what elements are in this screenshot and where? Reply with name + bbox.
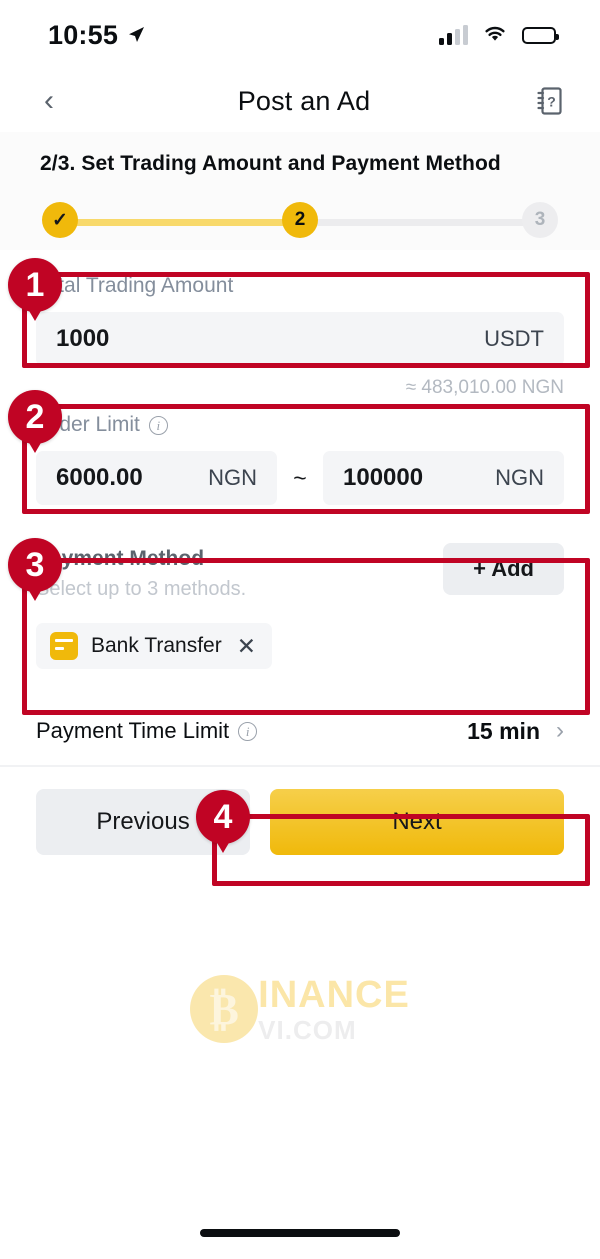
total-trading-amount-input[interactable]: 1000 USDT	[36, 312, 564, 366]
status-time: 10:55	[48, 19, 119, 50]
payment-method-section: Payment Method Select up to 3 methods. +…	[36, 505, 564, 669]
bitcoin-logo-icon: ₿	[190, 975, 259, 1043]
order-limit-label: Order Limit i	[36, 413, 564, 437]
payment-method-chip-label: Bank Transfer	[91, 634, 222, 657]
annotation-badge-1: 1	[8, 258, 62, 321]
add-payment-method-button[interactable]: + Add	[443, 543, 564, 595]
battery-icon	[522, 26, 559, 44]
step-dot-1[interactable]: ✓	[42, 202, 78, 238]
watermark: ₿ INANCE VI.COM	[0, 975, 600, 1043]
signal-bars-icon	[439, 25, 468, 45]
step-dot-3-label: 3	[534, 209, 546, 230]
payment-method-subtitle: Select up to 3 methods.	[36, 578, 247, 600]
payment-time-limit-value: 15 min	[467, 717, 540, 744]
order-limit-row: 6000.00 NGN ~ 100000 NGN	[36, 451, 564, 505]
page-title: Post an Ad	[237, 85, 371, 116]
payment-time-limit-label-group: Payment Time Limit i	[36, 718, 258, 744]
order-limit-max-value: 100000	[343, 464, 424, 491]
payment-time-limit-value-group: 15 min ›	[467, 717, 564, 745]
payment-method-titles: Payment Method Select up to 3 methods.	[36, 547, 246, 601]
back-icon[interactable]: ‹	[44, 86, 80, 116]
info-icon[interactable]: i	[148, 415, 168, 435]
payment-time-limit-row[interactable]: Payment Time Limit i 15 min ›	[36, 695, 564, 765]
watermark-text: INANCE VI.COM	[258, 976, 410, 1043]
watermark-main-text: INANCE	[258, 973, 410, 1016]
annotation-badge-3: 3	[8, 538, 62, 601]
svg-text:?: ?	[547, 94, 556, 110]
step-dot-2-label: 2	[294, 209, 306, 230]
order-limit-min-value: 6000.00	[56, 464, 143, 491]
payment-time-limit-section: Payment Time Limit i 15 min ›	[0, 669, 600, 767]
total-trading-amount-value: 1000	[56, 325, 110, 352]
annotation-badge-2: 2	[8, 390, 62, 453]
range-separator: ~	[293, 464, 307, 491]
watermark-sub-text: VI.COM	[258, 1014, 357, 1045]
total-trading-amount-label: Total Trading Amount	[36, 274, 234, 297]
step-dot-3[interactable]: 3	[522, 202, 558, 238]
total-trading-amount-section: Total Trading Amount 1000 USDT ≈ 483,010…	[36, 250, 564, 399]
converted-amount: ≈ 483,010.00 NGN	[405, 377, 564, 398]
bank-card-icon	[50, 632, 78, 660]
order-limit-section: Order Limit i 6000.00 NGN ~ 100000 NGN	[36, 399, 564, 505]
check-icon: ✓	[52, 209, 68, 231]
form-card: Total Trading Amount 1000 USDT ≈ 483,010…	[0, 250, 600, 855]
next-button[interactable]: Next	[270, 789, 564, 855]
remove-payment-method-icon[interactable]: ✕	[235, 634, 258, 658]
info-icon[interactable]: i	[238, 721, 258, 741]
status-icons	[439, 23, 559, 48]
status-time-group: 10:55	[48, 20, 146, 51]
step-track-completed	[62, 219, 310, 226]
step-header: 2/3. Set Trading Amount and Payment Meth…	[0, 132, 600, 250]
chevron-right-icon: ›	[556, 717, 564, 744]
step-title: 2/3. Set Trading Amount and Payment Meth…	[40, 152, 501, 175]
payment-method-title: Payment Method	[36, 547, 205, 570]
nav-bar: ‹ Post an Ad ?	[0, 70, 600, 132]
phone-screen: 10:55 ‹ Post an Ad ? 2/3. Set Trading Am…	[0, 0, 600, 1259]
order-limit-max-input[interactable]: 100000 NGN	[323, 451, 564, 505]
payment-method-header: Payment Method Select up to 3 methods. +…	[36, 543, 564, 601]
step-dot-2[interactable]: 2	[282, 202, 318, 238]
order-limit-min-input[interactable]: 6000.00 NGN	[36, 451, 277, 505]
order-limit-max-unit: NGN	[495, 465, 544, 490]
location-arrow-icon	[126, 21, 146, 52]
action-buttons: Previous Next	[36, 767, 564, 855]
status-bar: 10:55	[0, 0, 600, 70]
annotation-badge-4: 4	[196, 790, 250, 853]
total-trading-amount-unit: USDT	[484, 326, 544, 351]
payment-time-limit-label: Payment Time Limit	[36, 718, 230, 743]
order-limit-min-unit: NGN	[208, 465, 257, 490]
wifi-icon	[482, 23, 508, 48]
home-indicator	[200, 1229, 400, 1237]
help-guide-icon[interactable]: ?	[528, 86, 564, 116]
step-track-remaining	[300, 219, 538, 226]
step-progress: ✓ 2 3	[40, 202, 560, 242]
payment-method-chip[interactable]: Bank Transfer ✕	[36, 623, 273, 669]
